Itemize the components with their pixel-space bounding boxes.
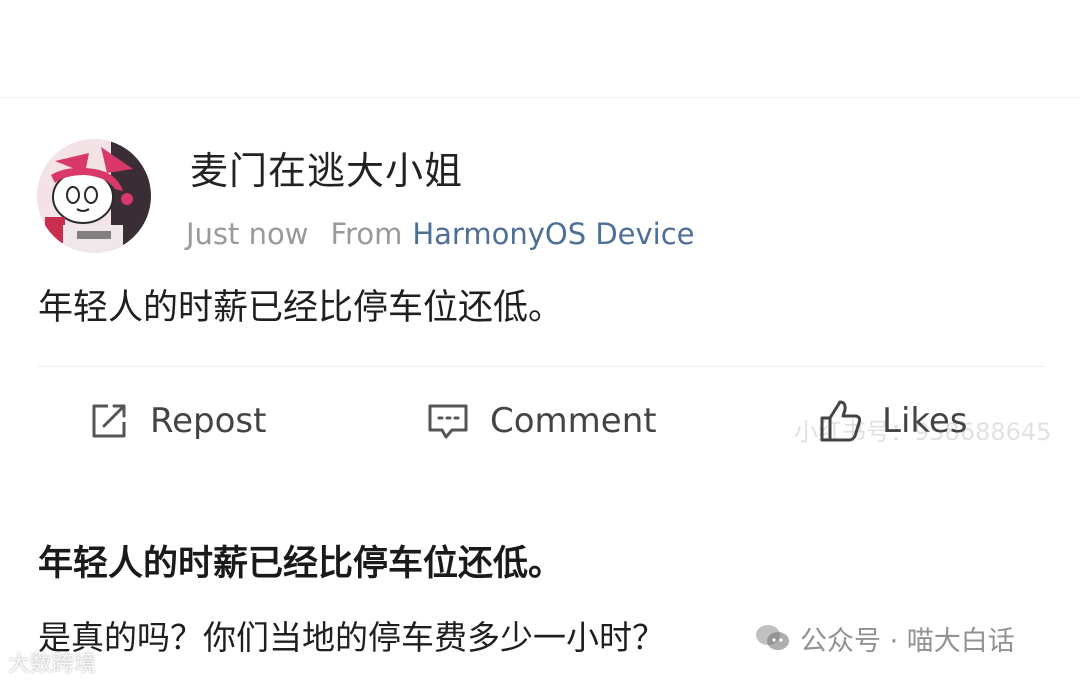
repost-label: Repost xyxy=(150,401,267,441)
repost-icon xyxy=(88,400,130,442)
comment-label: Comment xyxy=(490,401,657,441)
comment-button[interactable]: Comment xyxy=(426,396,657,446)
repost-button[interactable]: Repost xyxy=(88,396,266,446)
article-subtitle: 是真的吗？你们当地的停车费多少一小时？ xyxy=(38,618,665,657)
account-watermark-text: 公众号 · 喵大白话 xyxy=(800,625,1015,657)
likes-button[interactable]: Likes xyxy=(818,396,968,446)
likes-label: Likes xyxy=(882,401,968,441)
comment-icon xyxy=(426,400,470,442)
article-title: 年轻人的时薪已经比停车位还低。 xyxy=(38,544,564,584)
weibo-post-screenshot: 麦门在逃大小姐 Just now From HarmonyOS Device 年轻人… xyxy=(0,0,1080,681)
actions-divider xyxy=(38,366,1044,367)
post-text: 年轻人的时薪已经比停车位还低。 xyxy=(38,288,564,328)
wechat-icon xyxy=(754,623,790,653)
from-label: From xyxy=(330,217,403,251)
username[interactable]: 麦门在逃大小姐 xyxy=(190,146,463,196)
device-link[interactable]: HarmonyOS Device xyxy=(412,217,694,251)
account-watermark: 公众号 · 喵大白话 xyxy=(754,616,1015,660)
thumbs-up-icon xyxy=(818,398,864,444)
post-time: Just now xyxy=(186,217,309,251)
cartoon-avatar-icon xyxy=(37,139,151,253)
avatar[interactable] xyxy=(37,139,151,253)
bottom-left-watermark: 大数跨境 xyxy=(8,652,97,677)
top-divider xyxy=(0,97,1080,98)
post-meta: Just now From HarmonyOS Device xyxy=(186,214,695,254)
